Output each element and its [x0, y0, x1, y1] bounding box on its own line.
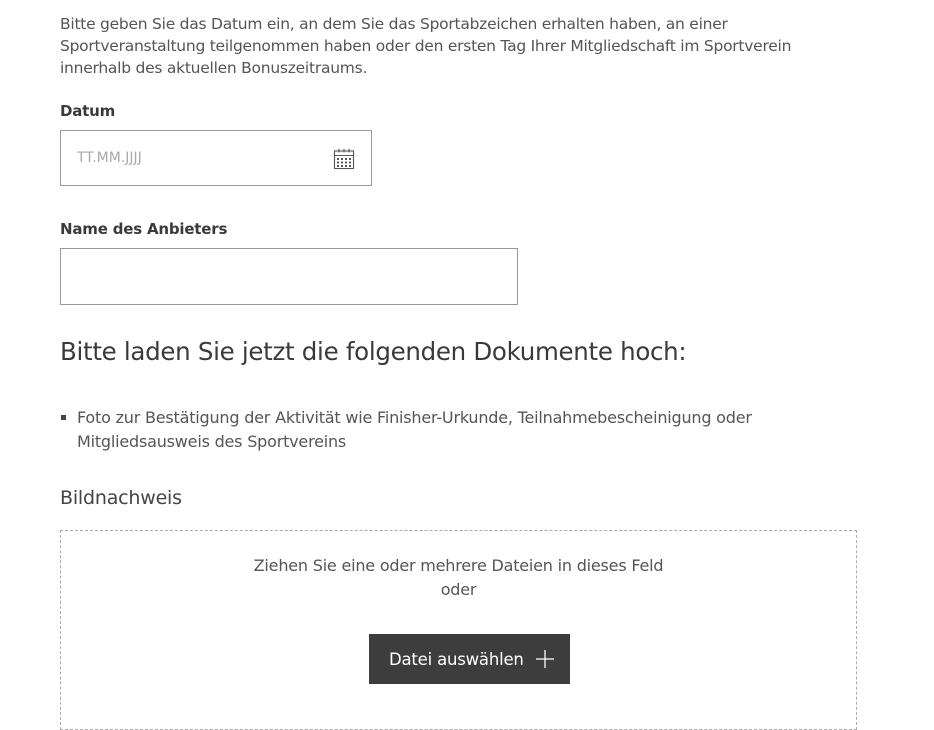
date-label: Datum — [60, 102, 116, 120]
provider-field[interactable] — [60, 248, 518, 305]
calendar-icon[interactable] — [333, 148, 355, 170]
date-field[interactable] — [60, 130, 372, 186]
list-item: Foto zur Bestätigung der Aktivität wie F… — [60, 406, 780, 454]
choose-file-button[interactable]: Datei auswählen — [369, 634, 570, 684]
upload-heading: Bitte laden Sie jetzt die folgenden Doku… — [60, 337, 687, 366]
choose-file-label: Datei auswählen — [389, 649, 524, 669]
date-input[interactable] — [61, 131, 337, 185]
intro-text: Bitte geben Sie das Datum ein, an dem Si… — [60, 15, 792, 77]
provider-label: Name des Anbieters — [60, 220, 228, 238]
plus-icon — [535, 649, 555, 669]
document-list: Foto zur Bestätigung der Aktivität wie F… — [60, 406, 780, 454]
drop-instruction: Ziehen Sie eine oder mehrere Dateien in … — [253, 556, 664, 575]
file-dropzone[interactable]: Ziehen Sie eine oder mehrere Dateien in … — [60, 530, 857, 730]
or-text: oder — [440, 580, 477, 599]
section-title: Bildnachweis — [60, 487, 182, 509]
provider-input[interactable] — [61, 249, 517, 304]
bullet-icon — [61, 415, 66, 420]
list-item-text: Foto zur Bestätigung der Aktivität wie F… — [77, 408, 752, 451]
